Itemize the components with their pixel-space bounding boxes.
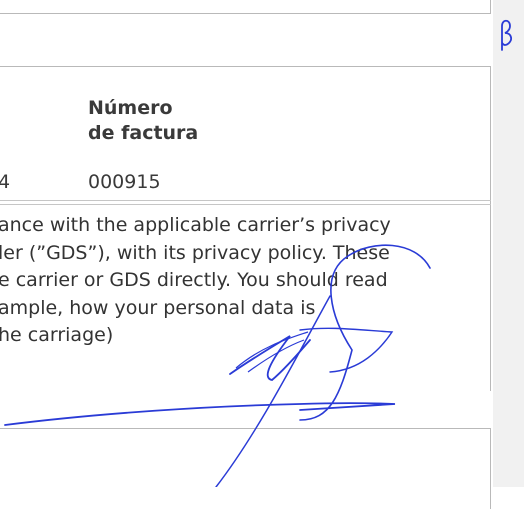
margin-annotation-mark — [501, 19, 512, 51]
row-separator-2 — [0, 204, 491, 205]
row-separator — [0, 200, 491, 201]
paragraph-line: e carrier or GDS directly. You should re… — [0, 269, 388, 291]
paragraph-line: he carriage) — [0, 324, 114, 346]
header-label-line1: Número — [88, 97, 173, 119]
paragraph-line: ample, how your personal data is — [0, 296, 316, 319]
privacy-paragraph: ance with the applicable carrier’s priva… — [0, 212, 492, 350]
top-table-box — [0, 0, 491, 14]
right-margin — [493, 0, 524, 487]
paragraph-line: ance with the applicable carrier’s priva… — [0, 214, 391, 236]
invoice-number-header: Número de factura — [88, 96, 198, 146]
paragraph-line: ler (”GDS”), with its privacy policy. Th… — [0, 241, 390, 264]
header-label-line2: de factura — [88, 122, 199, 144]
invoice-number-value: 000915 — [88, 171, 161, 193]
bottom-table-box — [0, 428, 491, 509]
row-left-value: 4 — [0, 171, 11, 193]
